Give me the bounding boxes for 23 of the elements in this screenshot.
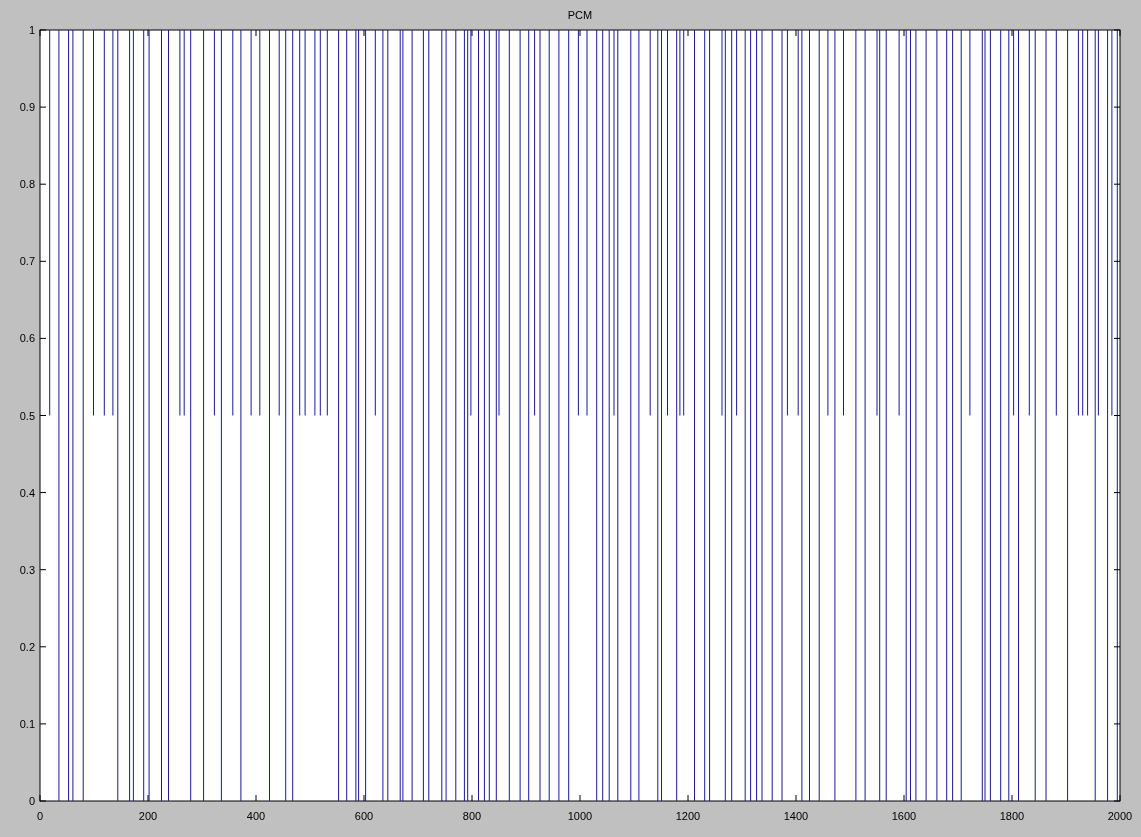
y-tick-label: 0.1 <box>19 717 35 730</box>
x-tick-label: 1800 <box>999 810 1025 822</box>
y-tick-label: 0 <box>28 795 35 807</box>
y-tick-label: 0.4 <box>19 486 35 499</box>
x-tick-label: 1200 <box>675 810 701 822</box>
x-tick-label: 1600 <box>891 810 917 822</box>
y-tick-label: 1 <box>28 24 35 36</box>
y-tick-label: 0.5 <box>19 409 35 422</box>
x-tick-label: 2000 <box>1107 810 1133 822</box>
y-tick-label: 0.6 <box>19 332 35 345</box>
y-tick-label: 0.2 <box>19 640 35 653</box>
x-tick-label: 600 <box>354 810 374 822</box>
x-tick-label: 1000 <box>567 810 593 822</box>
x-tick-label: 0 <box>36 810 44 822</box>
y-tick-label: 0.3 <box>19 563 35 576</box>
y-tick-label: 0.7 <box>19 255 35 268</box>
x-tick-label: 800 <box>462 810 482 822</box>
x-tick-label: 1400 <box>783 810 809 822</box>
x-tick-label: 200 <box>138 810 158 822</box>
y-tick-label: 0.9 <box>19 101 35 114</box>
y-tick-label: 0.8 <box>19 178 35 191</box>
x-tick-label: 400 <box>246 810 266 822</box>
chart-title: PCM <box>567 9 593 21</box>
